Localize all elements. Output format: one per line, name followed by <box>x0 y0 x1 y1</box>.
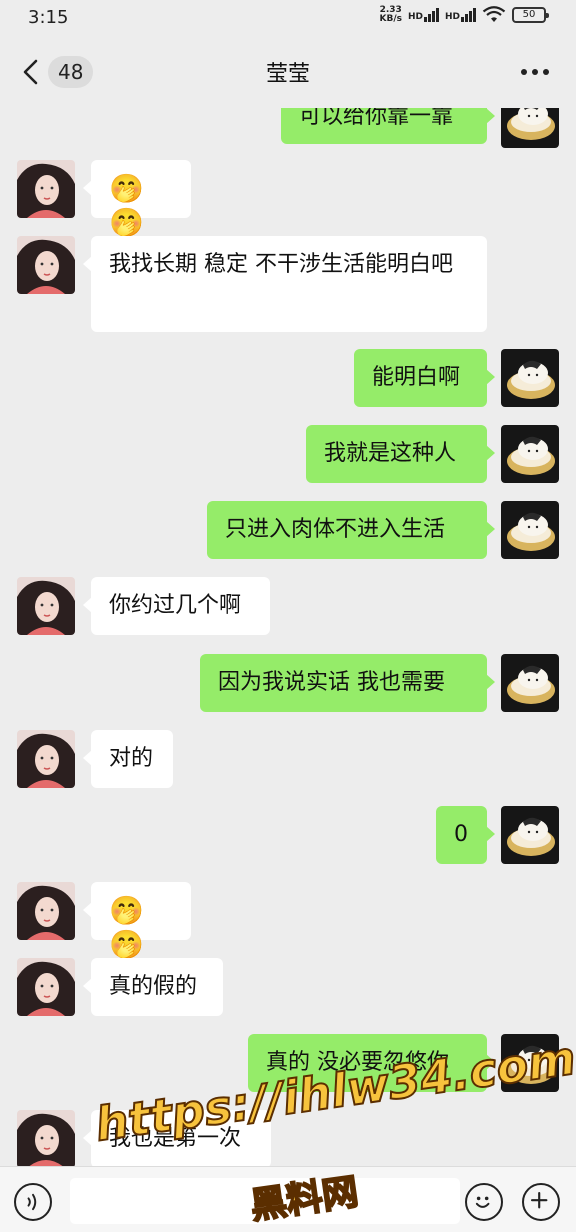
message-bubble[interactable]: 🤭🤭 <box>83 882 191 961</box>
received-message: 🤭🤭 <box>0 882 576 961</box>
status-icons: 2.33 KB/s HD HD 50 <box>379 5 549 24</box>
my-avatar[interactable] <box>501 108 559 148</box>
chat-title: 莹莹 <box>265 62 310 87</box>
contact-avatar[interactable] <box>17 882 75 940</box>
message-bubble[interactable]: 因为我说实话 我也需要 <box>200 654 495 712</box>
received-message: 🤭🤭 <box>0 160 576 239</box>
emoji-icon[interactable] <box>465 1183 503 1221</box>
message-bubble[interactable]: 0 <box>436 806 495 864</box>
message-bubble[interactable]: 对的 <box>83 730 173 788</box>
sent-message: 0 <box>0 806 576 864</box>
contact-avatar[interactable] <box>17 1110 75 1166</box>
message-bubble[interactable]: 能明白啊 <box>354 349 495 407</box>
signal-icon-2: HD <box>445 8 476 22</box>
message-bubble[interactable]: 真的假的 <box>83 958 223 1016</box>
wifi-icon <box>482 6 506 22</box>
message-input[interactable] <box>70 1178 460 1224</box>
message-bubble[interactable]: 真的 没必要忽悠你 <box>248 1034 495 1092</box>
sent-message: 可以给你靠一靠 <box>0 108 576 148</box>
received-message: 你约过几个啊 <box>0 577 576 635</box>
received-message: 真的假的 <box>0 958 576 1016</box>
signal-icon: HD <box>408 8 439 22</box>
contact-avatar[interactable] <box>17 577 75 635</box>
my-avatar[interactable] <box>501 349 559 407</box>
sent-message: 只进入肉体不进入生活 <box>0 501 576 559</box>
my-avatar[interactable] <box>501 806 559 864</box>
message-bubble[interactable]: 🤭🤭 <box>83 160 191 239</box>
status-bar: 3:15 2.33 KB/s HD HD 50 <box>0 0 576 36</box>
message-bubble[interactable]: 可以给你靠一靠 <box>281 108 495 144</box>
status-time: 3:15 <box>28 7 69 28</box>
my-avatar[interactable] <box>501 425 559 483</box>
received-message: 对的 <box>0 730 576 788</box>
contact-avatar[interactable] <box>17 236 75 294</box>
message-bubble[interactable]: 我也是第一次 <box>83 1110 271 1166</box>
more-options-icon[interactable] <box>520 68 550 76</box>
message-bubble[interactable]: 我找长期 稳定 不干涉生活能明白吧 <box>83 236 487 332</box>
my-avatar[interactable] <box>501 501 559 559</box>
my-avatar[interactable] <box>501 654 559 712</box>
input-bar <box>0 1166 576 1232</box>
message-bubble[interactable]: 你约过几个啊 <box>83 577 270 635</box>
received-message: 我也是第一次 <box>0 1110 576 1166</box>
message-bubble[interactable]: 只进入肉体不进入生活 <box>207 501 495 559</box>
network-speed: 2.33 KB/s <box>379 5 402 24</box>
message-bubble[interactable]: 我就是这种人 <box>306 425 495 483</box>
chat-header: 48 莹莹 <box>0 36 576 108</box>
contact-avatar[interactable] <box>17 958 75 1016</box>
battery-icon: 50 <box>512 7 549 23</box>
sent-message: 能明白啊 <box>0 349 576 407</box>
plus-icon[interactable] <box>522 1183 560 1221</box>
sent-message: 真的 没必要忽悠你 <box>0 1034 576 1092</box>
sent-message: 因为我说实话 我也需要 <box>0 654 576 712</box>
voice-input-icon[interactable] <box>14 1183 52 1221</box>
sent-message: 我就是这种人 <box>0 425 576 483</box>
contact-avatar[interactable] <box>17 160 75 218</box>
my-avatar[interactable] <box>501 1034 559 1092</box>
message-list[interactable]: 可以给你靠一靠 🤭🤭 我找长期 稳定 不干涉生活能明白吧 能明白啊 我就是这种人 只进入肉… <box>0 108 576 1166</box>
contact-avatar[interactable] <box>17 730 75 788</box>
received-message: 我找长期 稳定 不干涉生活能明白吧 <box>0 236 576 332</box>
